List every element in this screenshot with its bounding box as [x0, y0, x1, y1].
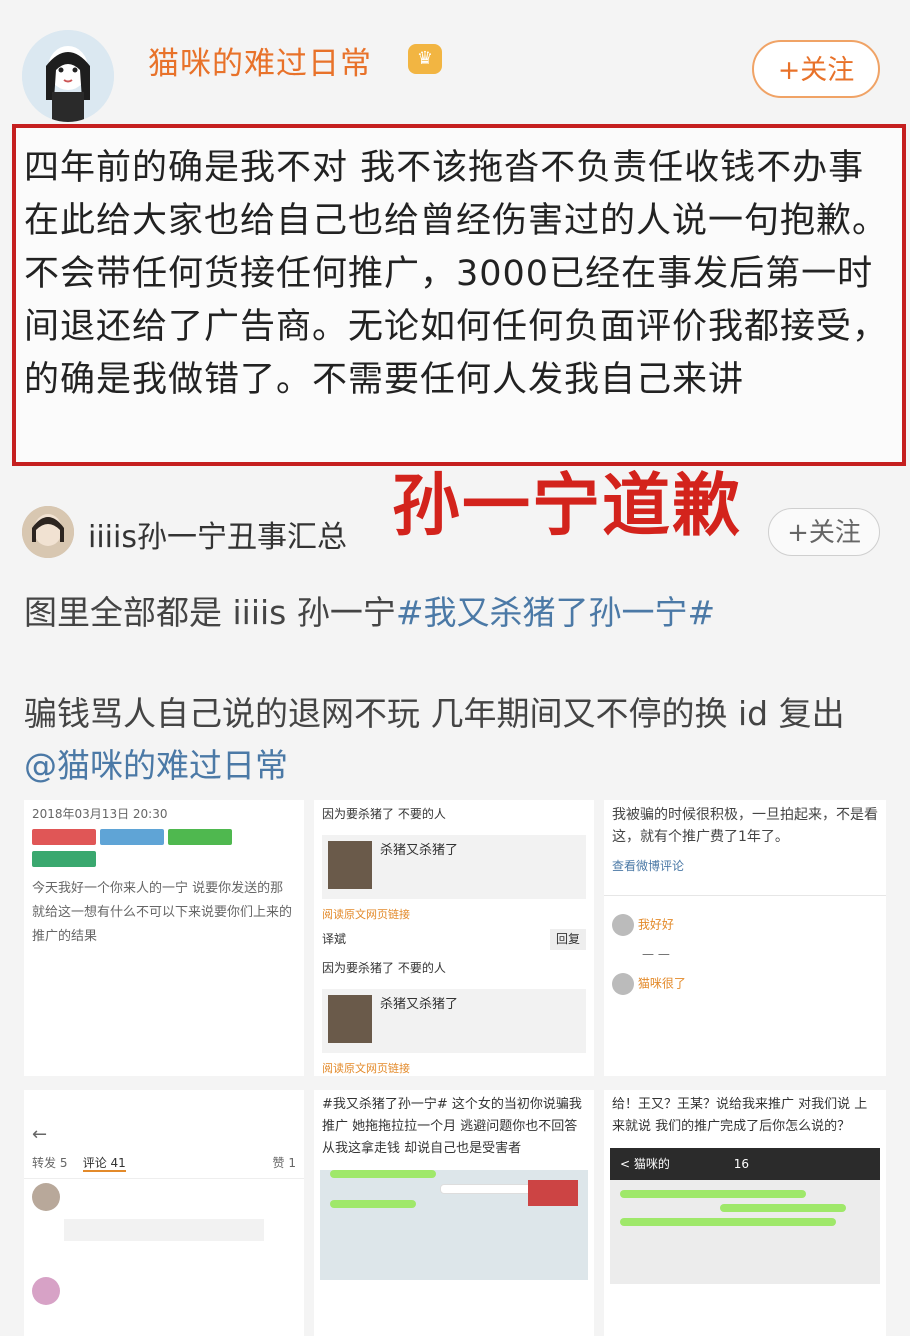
- tab-likes: 赞 1: [272, 1156, 296, 1170]
- post-author-name[interactable]: iiiis孙一宁丑事汇总: [88, 512, 347, 556]
- card-link: 阅读原文网页链接: [322, 908, 410, 921]
- comment-user: 猫咪很了: [637, 976, 686, 991]
- mention-link[interactable]: @猫咪的难过日常: [24, 746, 288, 785]
- chat-title: < 猫咪的: [620, 1157, 670, 1171]
- card-image-icon: [328, 841, 372, 889]
- image-thumbnail[interactable]: 我被骗的时候很积极，一旦拍起来，不是看这，就有个推广费了1年了。 查看微博评论 …: [604, 800, 886, 1076]
- image-thumbnail[interactable]: #我又杀猪了孙一宁# 这个女的当初你说骗我推广 她拖拖拉拉一个月 逃避问题你也不…: [314, 1090, 594, 1336]
- comment-user: 译斌: [322, 932, 347, 946]
- thumbnail-text: 我被骗的时候很积极，一旦拍起来，不是看这，就有个推广费了1年了。: [612, 807, 878, 845]
- image-thumbnail[interactable]: 因为要杀猪了 不要的人 杀猪又杀猪了 阅读原文网页链接 译斌 回复 因为要杀猪了…: [314, 800, 594, 1076]
- thumbnail-text: 因为要杀猪了 不要的人: [322, 961, 446, 975]
- reply-label: 回复: [549, 929, 586, 950]
- embedded-card: 杀猪又杀猪了: [322, 835, 586, 899]
- avatar-icon: [612, 973, 634, 995]
- tab-comments: 评论 41: [82, 1156, 126, 1172]
- share-bar: [24, 829, 304, 873]
- image-thumbnail[interactable]: 2018年03月13日 20:30 今天我好一个你来人的一宁 说要你发送的那 就…: [24, 800, 304, 1076]
- avatar-illustration: [22, 30, 114, 122]
- comment-tabs: 转发 5 评论 41 赞 1: [24, 1149, 304, 1179]
- follow-button[interactable]: +关注: [752, 40, 880, 98]
- follow-button[interactable]: +关注: [768, 508, 880, 556]
- car-image-icon: [528, 1180, 578, 1206]
- comment-text: — —: [642, 947, 670, 961]
- post-text: 骗钱骂人自己说的退网不玩 几年期间又不停的换 id 复出: [24, 694, 845, 733]
- comment-user: 我好好: [637, 917, 674, 932]
- avatar-icon: [32, 1277, 60, 1305]
- card-link: 阅读原文网页链接: [322, 1062, 410, 1075]
- avatar-icon: [32, 1183, 60, 1211]
- tab-reposts: 转发 5: [32, 1156, 68, 1170]
- thumbnail-text: 给！王又？王某？说给我来推广 对我们说 上来就说 我们的推广完成了后你怎么说的？: [612, 1097, 868, 1134]
- chat-count: 16: [733, 1157, 749, 1171]
- post-author-name[interactable]: 猫咪的难过日常: [148, 38, 372, 83]
- vip-badge-icon: ♛: [408, 44, 442, 74]
- post-text-line: 图里全部都是 iiiis 孙一宁#我又杀猪了孙一宁#: [24, 586, 715, 634]
- card-image-icon: [328, 995, 372, 1043]
- thumbnail-link: 查看微博评论: [612, 859, 685, 873]
- post-text: 图里全部都是 iiiis 孙一宁: [24, 593, 396, 632]
- image-thumbnail[interactable]: ← 转发 5 评论 41 赞 1: [24, 1090, 304, 1336]
- divider: [604, 895, 886, 896]
- thumbnail-text: #我又杀猪了孙一宁# 这个女的当初你说骗我推广 她拖拖拉拉一个月 逃避问题你也不…: [322, 1097, 582, 1156]
- hashtag-link[interactable]: #我又杀猪了孙一宁#: [396, 593, 715, 632]
- post-text-line: 骗钱骂人自己说的退网不玩 几年期间又不停的换 id 复出 @猫咪的难过日常: [24, 688, 894, 792]
- chat-screenshot: [320, 1170, 588, 1280]
- quoted-comment: [64, 1219, 264, 1241]
- avatar-icon: [612, 914, 634, 936]
- embedded-card: 杀猪又杀猪了: [322, 989, 586, 1053]
- thumbnail-date: 2018年03月13日 20:30: [32, 807, 168, 821]
- avatar[interactable]: [22, 30, 114, 122]
- post-body-text: 四年前的确是我不对 我不该拖沓不负责任收钱不办事 在此给大家也给自己也给曾经伤害…: [24, 148, 889, 400]
- headline-overlay: 孙一宁道歉: [392, 466, 743, 546]
- chat-screenshot: < 猫咪的 16: [610, 1148, 880, 1284]
- image-thumbnail[interactable]: 给！王又？王某？说给我来推广 对我们说 上来就说 我们的推广完成了后你怎么说的？…: [604, 1090, 886, 1336]
- avatar-photo-icon: [22, 506, 74, 558]
- avatar[interactable]: [22, 506, 74, 558]
- thumbnail-text: 因为要杀猪了 不要的人: [322, 807, 446, 821]
- thumbnail-text: 今天我好一个你来人的一宁 说要你发送的那 就给这一想有什么不可以下来说要你们上来…: [32, 881, 293, 944]
- back-arrow-icon: ←: [32, 1124, 48, 1145]
